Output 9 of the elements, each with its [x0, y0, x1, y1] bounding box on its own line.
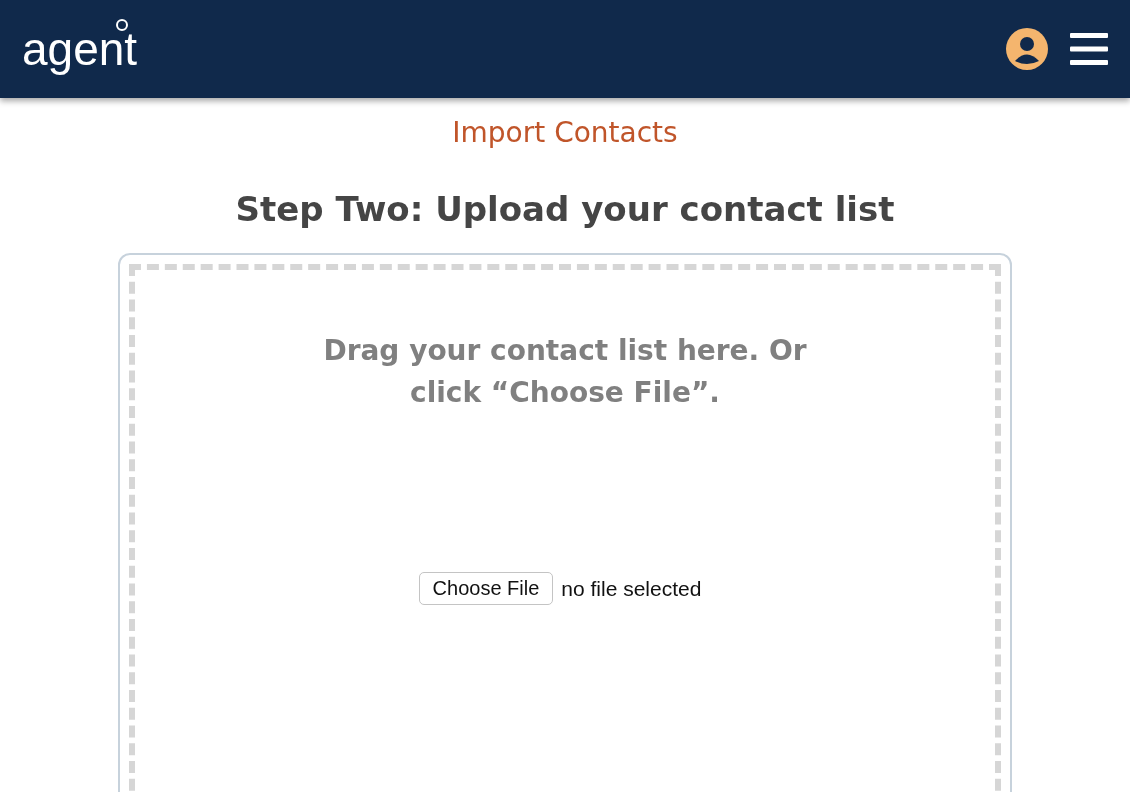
dropzone-instructions: Drag your contact list here. Or click “Choose File”. — [322, 333, 808, 411]
page-title: Import Contacts — [451, 116, 679, 149]
user-avatar-icon[interactable] — [1006, 28, 1048, 70]
step-heading: Step Two: Upload your contact list — [234, 189, 896, 229]
menu-icon[interactable] — [1070, 32, 1108, 66]
file-status: no file selected — [561, 576, 702, 601]
dropzone[interactable]: Drag your contact list here. Or click “Choose File”. Choose File no file selected — [118, 253, 1012, 792]
choose-file-button[interactable]: Choose File — [418, 572, 554, 605]
logo[interactable]: agent — [22, 22, 138, 76]
